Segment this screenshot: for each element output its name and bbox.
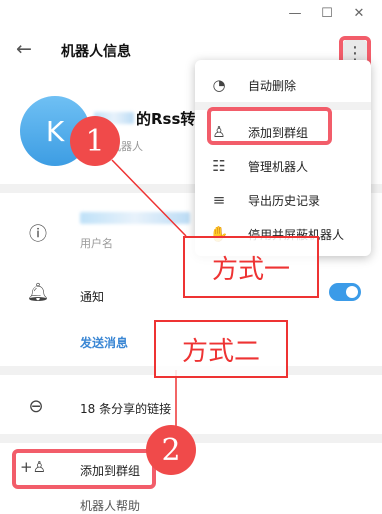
annotation-line-1 xyxy=(111,159,187,237)
marker-2: 2 xyxy=(146,425,196,475)
marker-1: 1 xyxy=(70,116,120,166)
method-two-callout: 方式二 xyxy=(154,320,288,378)
method-one-callout: 方式一 xyxy=(183,236,319,298)
